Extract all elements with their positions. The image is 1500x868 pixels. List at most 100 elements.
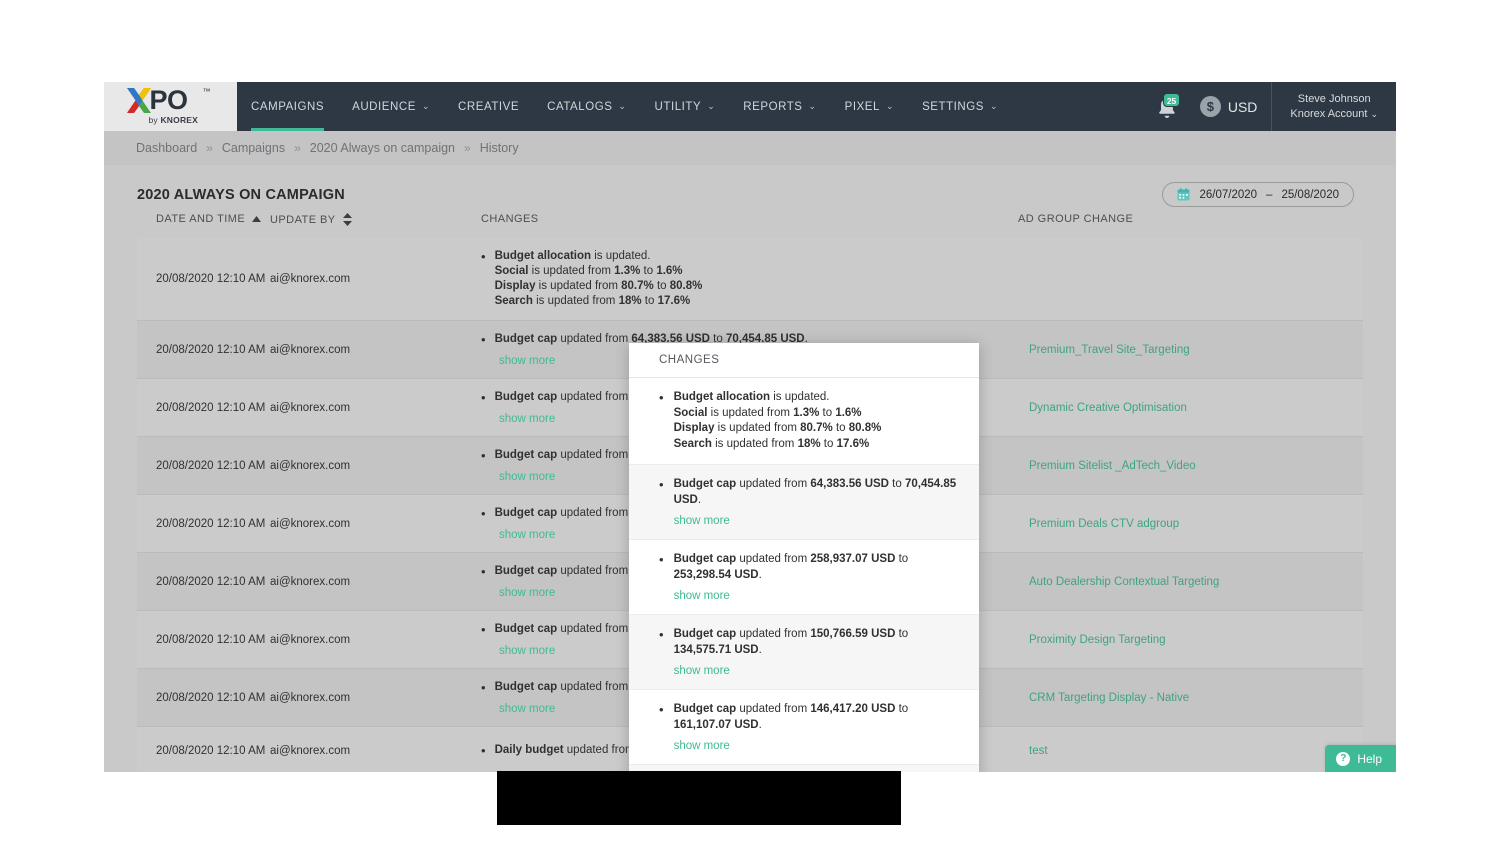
cell-ad-group-change[interactable]: Auto Dealership Contextual Targeting [1018,553,1363,610]
top-navigation-bar: PO ™ by KNOREX CAMPAIGNS AUDIENCE ⌄ CREA… [104,82,1396,131]
changes-popup-item-text: Budget cap updated from 146,417.20 USD t… [673,703,909,731]
bullet-dot-icon: • [481,743,486,758]
changes-popup-item: • Budget cap updated from 258,937.07 USD … [629,540,979,615]
breadcrumb-separator: » [464,141,471,155]
nav-item-reports[interactable]: REPORTS ⌄ [729,82,830,131]
cell-ad-group-change[interactable]: Premium Deals CTV adgroup [1018,495,1363,552]
nav-item-campaigns[interactable]: CAMPAIGNS [237,82,338,131]
cell-date-and-time: 20/08/2020 12:10 AM [156,691,266,704]
show-more-link[interactable]: show more [499,645,555,657]
changes-popup-item: • Budget allocation is updated. Social is … [629,378,979,465]
bullet-dot-icon: • [481,622,486,637]
nav-item-settings[interactable]: SETTINGS ⌄ [908,82,1012,131]
bullet-dot-icon: • [659,477,664,492]
nav-item-pixel[interactable]: PIXEL ⌄ [831,82,908,131]
show-more-link[interactable]: show more [499,703,555,715]
show-more-link[interactable]: show more [674,665,961,677]
account-menu[interactable]: Steve Johnson Knorex Account ⌄ [1271,82,1396,131]
date-range-picker[interactable]: 26/07/2020 – 25/08/2020 [1162,182,1354,207]
breadcrumb-separator: » [294,141,301,155]
nav-label: AUDIENCE [352,100,416,113]
changes-popup-item-text: Budget cap updated from 258,937.07 USD t… [673,553,909,581]
chevron-down-icon: ⌄ [618,101,627,111]
nav-item-catalogs[interactable]: CATALOGS ⌄ [533,82,640,131]
bullet-dot-icon: • [481,564,486,579]
question-mark-icon: ? [1336,751,1351,766]
notifications-button[interactable]: 25 [1140,82,1194,131]
breadcrumb-item-dashboard[interactable]: Dashboard [136,141,197,155]
cell-ad-group-change[interactable]: test [1018,727,1363,772]
breadcrumb-item-campaigns[interactable]: Campaigns [222,141,285,155]
show-more-link[interactable]: show more [499,471,555,483]
column-header-label: UPDATE BY [270,213,336,226]
cell-update-by: ai@knorex.com [270,401,351,414]
cell-update-by: ai@knorex.com [270,273,351,285]
bullet-dot-icon: • [659,702,664,717]
screenshot-mask-artifact [497,771,901,825]
currency-coin-icon: $ [1199,96,1221,117]
cell-ad-group-change [1018,238,1363,320]
cell-update-by: ai@knorex.com [270,459,351,472]
breadcrumb-item-campaign-name[interactable]: 2020 Always on campaign [310,141,455,155]
changes-popup-item-body: Budget cap updated from 150,766.59 USD t… [674,627,961,677]
cell-date-and-time: 20/08/2020 12:10 AM [156,343,266,356]
nav-item-utility[interactable]: UTILITY ⌄ [641,82,730,131]
cell-date-and-time: 20/08/2020 12:10 AM [156,633,266,646]
bullet-dot-icon: • [481,332,486,347]
table-row[interactable]: 20/08/2020 12:10 AM ai@knorex.com • Budget … [137,238,1363,321]
currency-label: USD [1227,98,1258,115]
chevron-down-icon: ⌄ [707,101,716,111]
show-more-link[interactable]: show more [499,413,555,425]
cell-date-and-time: 20/08/2020 12:10 AM [156,744,266,757]
chevron-down-icon: ⌄ [1370,108,1378,119]
cell-update-by: ai@knorex.com [270,691,351,704]
bullet-dot-icon: • [659,552,664,567]
cell-ad-group-change[interactable]: Proximity Design Targeting [1018,611,1363,668]
column-header-label: DATE AND TIME [156,213,246,225]
brand-logo[interactable]: PO ™ by KNOREX [104,82,237,131]
nav-label: REPORTS [743,100,803,113]
page-title: 2020 ALWAYS ON CAMPAIGN [137,187,345,203]
nav-label: SETTINGS [922,100,984,113]
chevron-down-icon: ⌄ [989,101,999,111]
notification-count-badge: 25 [1162,92,1181,107]
cell-ad-group-change[interactable]: Dynamic Creative Optimisation [1018,379,1363,436]
bullet-dot-icon: • [481,448,486,463]
bullet-dot-icon: • [481,680,486,695]
show-more-link[interactable]: show more [674,740,961,752]
nav-item-creative[interactable]: CREATIVE [444,82,533,131]
cell-ad-group-change[interactable]: Premium Sitelist _AdTech_Video [1018,437,1363,494]
logo-po-text: PO [149,84,189,115]
bullet-dot-icon: • [659,390,664,405]
show-more-link[interactable]: show more [499,587,555,599]
changes-popup-item-body: Budget cap updated from 64,383.56 USD to… [674,477,961,527]
nav-item-audience[interactable]: AUDIENCE ⌄ [338,82,444,131]
changes-popup-panel: CHANGES • Budget allocation is updated. So… [629,343,979,772]
show-more-link[interactable]: show more [499,355,555,367]
help-button[interactable]: ? Help [1325,745,1396,772]
changes-popup-item: • Budget cap updated from 64,383.56 USD t… [629,465,979,540]
cell-date-and-time: 20/08/2020 12:10 AM [156,273,266,285]
show-more-link[interactable]: show more [674,590,961,602]
cell-update-by: ai@knorex.com [270,575,351,588]
changes-popup-item: • Budget cap updated from 150,766.59 USD … [629,615,979,690]
show-more-link[interactable]: show more [499,529,555,541]
bell-icon: 25 [1156,92,1181,119]
calendar-icon [1177,188,1190,201]
sort-ascending-icon [252,216,262,222]
changes-popup-item: • Budget cap updated from 146,417.20 USD … [629,690,979,765]
bullet-dot-icon: • [481,390,486,405]
nav-menu: CAMPAIGNS AUDIENCE ⌄ CREATIVE CATALOGS ⌄… [237,82,1140,131]
show-more-link[interactable]: show more [674,515,961,527]
breadcrumb-separator: » [206,141,213,155]
bullet-dot-icon: • [481,506,486,521]
changes-popup-item-body: Budget cap updated from 146,417.20 USD t… [674,702,961,752]
cell-update-by: ai@knorex.com [270,633,351,646]
changes-popup-item-body: Budget allocation is updated. Social is u… [674,390,882,452]
column-header-date-and-time[interactable]: DATE AND TIME [137,213,270,225]
currency-selector[interactable]: $ USD [1194,82,1273,131]
cell-ad-group-change[interactable]: Premium_Travel Site_Targeting [1018,321,1363,378]
column-header-ad-group-change: AD GROUP CHANGE [1018,213,1363,225]
cell-ad-group-change[interactable]: CRM Targeting Display - Native [1018,669,1363,726]
column-header-update-by[interactable]: UPDATE BY [270,213,481,226]
